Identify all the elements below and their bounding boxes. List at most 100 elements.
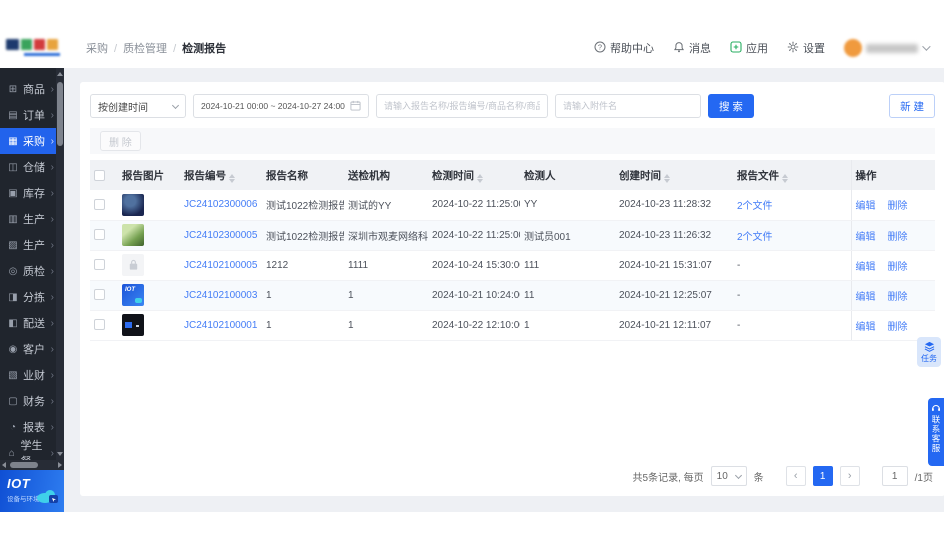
report-no-link[interactable]: JC24102100005	[184, 260, 257, 271]
edit-link[interactable]: 编辑	[856, 322, 876, 333]
sidebar-item-purchase[interactable]: ▦ 采购	[0, 128, 64, 154]
logo-block-green	[21, 39, 32, 50]
select-all-checkbox[interactable]	[94, 169, 105, 181]
keyword-search-input[interactable]	[376, 94, 548, 118]
customers-icon: ◉	[8, 343, 18, 355]
placeholder-image[interactable]	[122, 254, 144, 276]
tasks-float-button[interactable]: 任务	[917, 337, 941, 367]
sidebar-item-quality[interactable]: ◎ 质检	[0, 258, 64, 284]
iot-logo-image[interactable]: IOT	[122, 284, 144, 306]
page-jump-input[interactable]: 1	[881, 466, 908, 486]
app-grid-icon	[730, 40, 742, 56]
sidebar-item-orders[interactable]: ▤ 订单	[0, 102, 64, 128]
messages-button[interactable]: 消息	[673, 40, 711, 56]
report-no-link[interactable]: JC24102300005	[184, 230, 257, 241]
sort-icon[interactable]	[664, 173, 670, 183]
cloud-icon	[37, 490, 58, 503]
breadcrumb-purchase[interactable]: 采购	[86, 40, 117, 56]
edit-link[interactable]: 编辑	[856, 232, 876, 243]
row-checkbox[interactable]	[94, 259, 105, 271]
time-field-select[interactable]: 按创建时间	[90, 94, 186, 118]
breadcrumb: 采购 质检管理 检测报告	[86, 40, 226, 56]
col-created[interactable]: 创建时间	[615, 160, 733, 190]
customer-service-float-button[interactable]: 联系客服	[928, 398, 944, 466]
sidebar-item-customers[interactable]: ◉ 客户	[0, 336, 64, 362]
delete-link[interactable]: 删除	[888, 322, 908, 333]
sidebar-vertical-scrollbar[interactable]	[56, 68, 64, 460]
row-checkbox[interactable]	[94, 319, 105, 331]
goods-icon: ⊞	[8, 83, 18, 95]
sidebar-item-warehouse[interactable]: ◫ 仓储	[0, 154, 64, 180]
chevron-down-icon	[922, 42, 931, 51]
finance-icon: ▢	[8, 395, 18, 407]
edit-link[interactable]: 编辑	[856, 201, 876, 212]
help-center-button[interactable]: ? 帮助中心	[594, 40, 654, 56]
filter-bar: 按创建时间 2024-10-21 00:00 ~ 2024-10-27 24:0…	[90, 92, 935, 128]
sidebar-item-delivery[interactable]: ◧ 配送	[0, 310, 64, 336]
apps-button[interactable]: 应用	[730, 40, 768, 56]
delete-link[interactable]: 删除	[888, 292, 908, 303]
sidebar-item-finance[interactable]: ▢ 财务	[0, 388, 64, 414]
current-page-button[interactable]: 1	[812, 466, 833, 486]
delete-link[interactable]: 删除	[888, 232, 908, 243]
vertical-scroll-thumb[interactable]	[57, 82, 63, 146]
search-button[interactable]: 搜 索	[708, 94, 754, 118]
edit-link[interactable]: 编辑	[856, 292, 876, 303]
reports-table: 报告图片 报告编号 报告名称 送检机构 检测时间 检测人 创建时间 报告文件 操…	[90, 160, 935, 341]
col-report-name: 报告名称	[262, 160, 344, 190]
row-checkbox[interactable]	[94, 229, 105, 241]
horizontal-scroll-thumb[interactable]	[10, 462, 38, 468]
sort-icon[interactable]	[229, 173, 235, 183]
create-button[interactable]: 新 建	[889, 94, 935, 118]
row-checkbox[interactable]	[94, 199, 105, 211]
attachment-name-input[interactable]	[555, 94, 701, 118]
settings-button[interactable]: 设置	[787, 40, 825, 56]
calendar-icon	[350, 100, 361, 113]
row-checkbox[interactable]	[94, 289, 105, 301]
sidebar-item-inventory[interactable]: ▣ 库存	[0, 180, 64, 206]
sidebar-horizontal-scrollbar[interactable]	[0, 460, 64, 470]
batch-delete-button[interactable]: 删 除	[100, 131, 141, 151]
green-illustration[interactable]	[122, 224, 144, 246]
files-link[interactable]: 2个文件	[737, 201, 773, 212]
page-size-select[interactable]: 10	[710, 466, 747, 486]
table-row: IOT JC24102100003 1 1 2024-10-21 10:24:0…	[90, 280, 935, 311]
breadcrumb-quality-mgmt[interactable]: 质检管理	[123, 40, 176, 56]
edit-link[interactable]: 编辑	[856, 262, 876, 273]
sidebar-item-production[interactable]: ▥ 生产	[0, 206, 64, 232]
sidebar-item-business-finance[interactable]: ▧ 业财	[0, 362, 64, 388]
sort-icon[interactable]	[782, 173, 788, 183]
sidebar-item-sorting[interactable]: ◨ 分拣	[0, 284, 64, 310]
delete-link[interactable]: 删除	[888, 201, 908, 212]
gear-icon	[787, 41, 799, 56]
report-no-link[interactable]: JC24102100003	[184, 290, 257, 301]
files-link[interactable]: 2个文件	[737, 232, 773, 243]
sort-icon[interactable]	[477, 173, 483, 183]
scroll-up-icon[interactable]	[57, 72, 63, 76]
col-report-no[interactable]: 报告编号	[180, 160, 262, 190]
col-test-time[interactable]: 检测时间	[428, 160, 520, 190]
dark-product-image[interactable]	[122, 314, 144, 336]
delete-link[interactable]: 删除	[888, 262, 908, 273]
sidebar-item-goods[interactable]: ⊞ 商品	[0, 76, 64, 102]
user-menu[interactable]	[844, 39, 931, 57]
col-files[interactable]: 报告文件	[733, 160, 851, 190]
scroll-down-icon[interactable]	[57, 452, 63, 456]
scroll-right-icon[interactable]	[58, 462, 62, 468]
next-page-button[interactable]: ›	[839, 466, 860, 486]
report-no-link[interactable]: JC24102100001	[184, 320, 257, 331]
app-window: 采购 质检管理 检测报告 ? 帮助中心 消息 应用 设置	[0, 28, 944, 512]
report-no-link[interactable]: JC24102300006	[184, 199, 257, 210]
prev-page-button[interactable]: ‹	[785, 466, 806, 486]
date-range-picker[interactable]: 2024-10-21 00:00 ~ 2024-10-27 24:00	[193, 94, 369, 118]
scroll-left-icon[interactable]	[2, 462, 6, 468]
sidebar: ⊞商品 ▤订单 ▦采购 ◫仓储 ▣库存 ▥生产 ▨生产 ◎质检 ◨分拣 ◧配送 …	[0, 68, 64, 512]
layers-icon	[924, 341, 934, 352]
production-icon: ▥	[8, 213, 18, 225]
portrait-photo[interactable]	[122, 193, 144, 216]
iot-footer-banner[interactable]: IOT 设备与环境	[0, 470, 64, 512]
sidebar-item-production-2[interactable]: ▨ 生产	[0, 232, 64, 258]
logo-block-yellow	[47, 39, 58, 50]
table-header-row: 报告图片 报告编号 报告名称 送检机构 检测时间 检测人 创建时间 报告文件 操…	[90, 160, 935, 190]
svg-text:?: ?	[598, 42, 602, 51]
